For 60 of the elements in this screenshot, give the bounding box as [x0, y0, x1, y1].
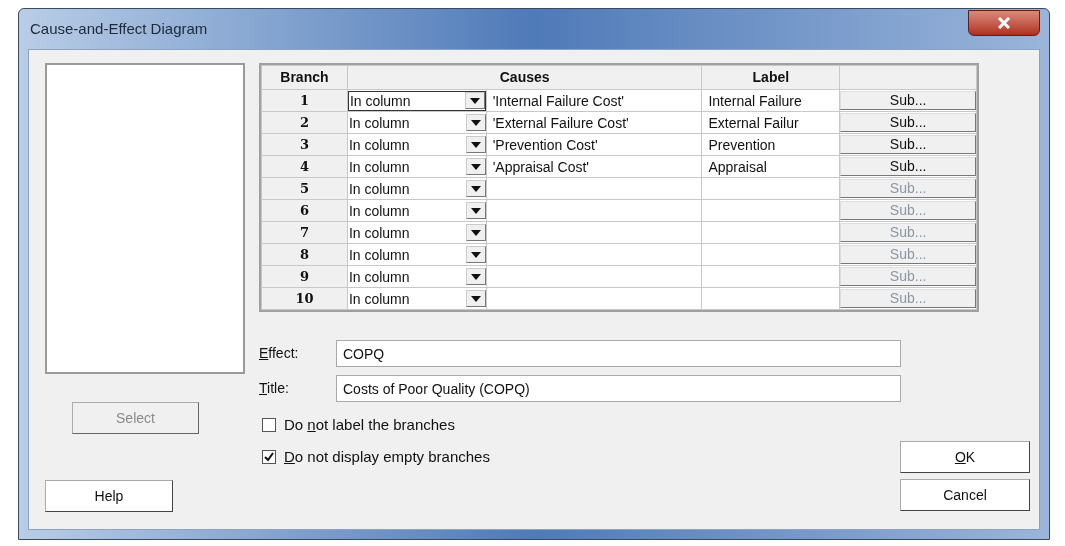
field-label: Title:	[259, 379, 290, 398]
label-cell: Appraisal	[708, 158, 767, 175]
row-number: 2	[261, 111, 348, 134]
ok-button[interactable]: OK	[900, 441, 1030, 473]
variable-list[interactable]	[45, 63, 245, 374]
caret-icon[interactable]	[464, 92, 485, 109]
column-header: Causes	[347, 65, 702, 90]
caret-icon[interactable]	[465, 268, 486, 285]
caret-icon[interactable]	[465, 246, 486, 263]
sub-button[interactable]: Sub...	[840, 134, 976, 154]
label-cell: Internal Failure	[708, 92, 802, 109]
row-number: 1	[261, 89, 348, 112]
window-title: Cause-and-Effect Diagram	[29, 18, 208, 39]
cause-cell: 'External Failure Cost'	[492, 114, 629, 131]
text-field[interactable]: COPQ	[336, 340, 901, 367]
row-number: 9	[261, 265, 348, 288]
caret-icon[interactable]	[465, 202, 486, 219]
row-number: 6	[261, 199, 348, 222]
method-dropdown[interactable]: In column	[347, 134, 486, 155]
method-dropdown[interactable]: In column	[347, 156, 486, 177]
caret-icon[interactable]	[465, 136, 486, 153]
column-header: Label	[701, 65, 840, 90]
method-dropdown[interactable]: In column	[347, 178, 486, 199]
caret-icon[interactable]	[465, 224, 486, 241]
caret-icon[interactable]	[465, 114, 486, 131]
row-number: 8	[261, 243, 348, 266]
column-header: Branch	[261, 65, 348, 90]
checkbox[interactable]	[262, 449, 276, 464]
checkbox-label[interactable]: Do not label the branches	[284, 414, 455, 437]
caret-icon[interactable]	[465, 180, 486, 197]
method-dropdown[interactable]: In column	[347, 288, 486, 309]
cause-cell: 'Appraisal Cost'	[492, 158, 590, 175]
checkbox-label[interactable]: Do not display empty branches	[284, 445, 490, 468]
close-icon	[996, 17, 1012, 29]
method-dropdown[interactable]: In column	[347, 266, 486, 287]
method-dropdown[interactable]: In column	[347, 222, 486, 243]
cause-cell: 'Prevention Cost'	[492, 136, 598, 153]
method-dropdown[interactable]: In column	[347, 244, 486, 265]
row-number: 4	[261, 155, 348, 178]
cause-cell: 'Internal Failure Cost'	[492, 92, 625, 109]
label-cell: External Failur	[708, 114, 799, 131]
cancel-button[interactable]: Cancel	[900, 479, 1030, 511]
help-button[interactable]: Help	[45, 480, 173, 512]
sub-button[interactable]: Sub...	[840, 112, 976, 132]
method-dropdown[interactable]: In column	[347, 200, 486, 221]
field-label: Effect:	[259, 344, 300, 363]
method-dropdown[interactable]: In column	[347, 112, 486, 133]
method-dropdown[interactable]: In column	[347, 90, 486, 111]
label-cell: Prevention	[708, 136, 776, 153]
caret-icon[interactable]	[465, 290, 486, 307]
close-button[interactable]	[968, 10, 1040, 36]
sub-button[interactable]: Sub...	[840, 90, 976, 110]
sub-button[interactable]: Sub...	[840, 156, 976, 176]
row-number: 5	[261, 177, 348, 200]
row-number: 7	[261, 221, 348, 244]
checkbox[interactable]	[262, 418, 276, 433]
caret-icon[interactable]	[465, 158, 486, 175]
text-field[interactable]: Costs of Poor Quality (COPQ)	[336, 375, 901, 402]
row-number: 10	[261, 287, 348, 310]
row-number: 3	[261, 133, 348, 156]
